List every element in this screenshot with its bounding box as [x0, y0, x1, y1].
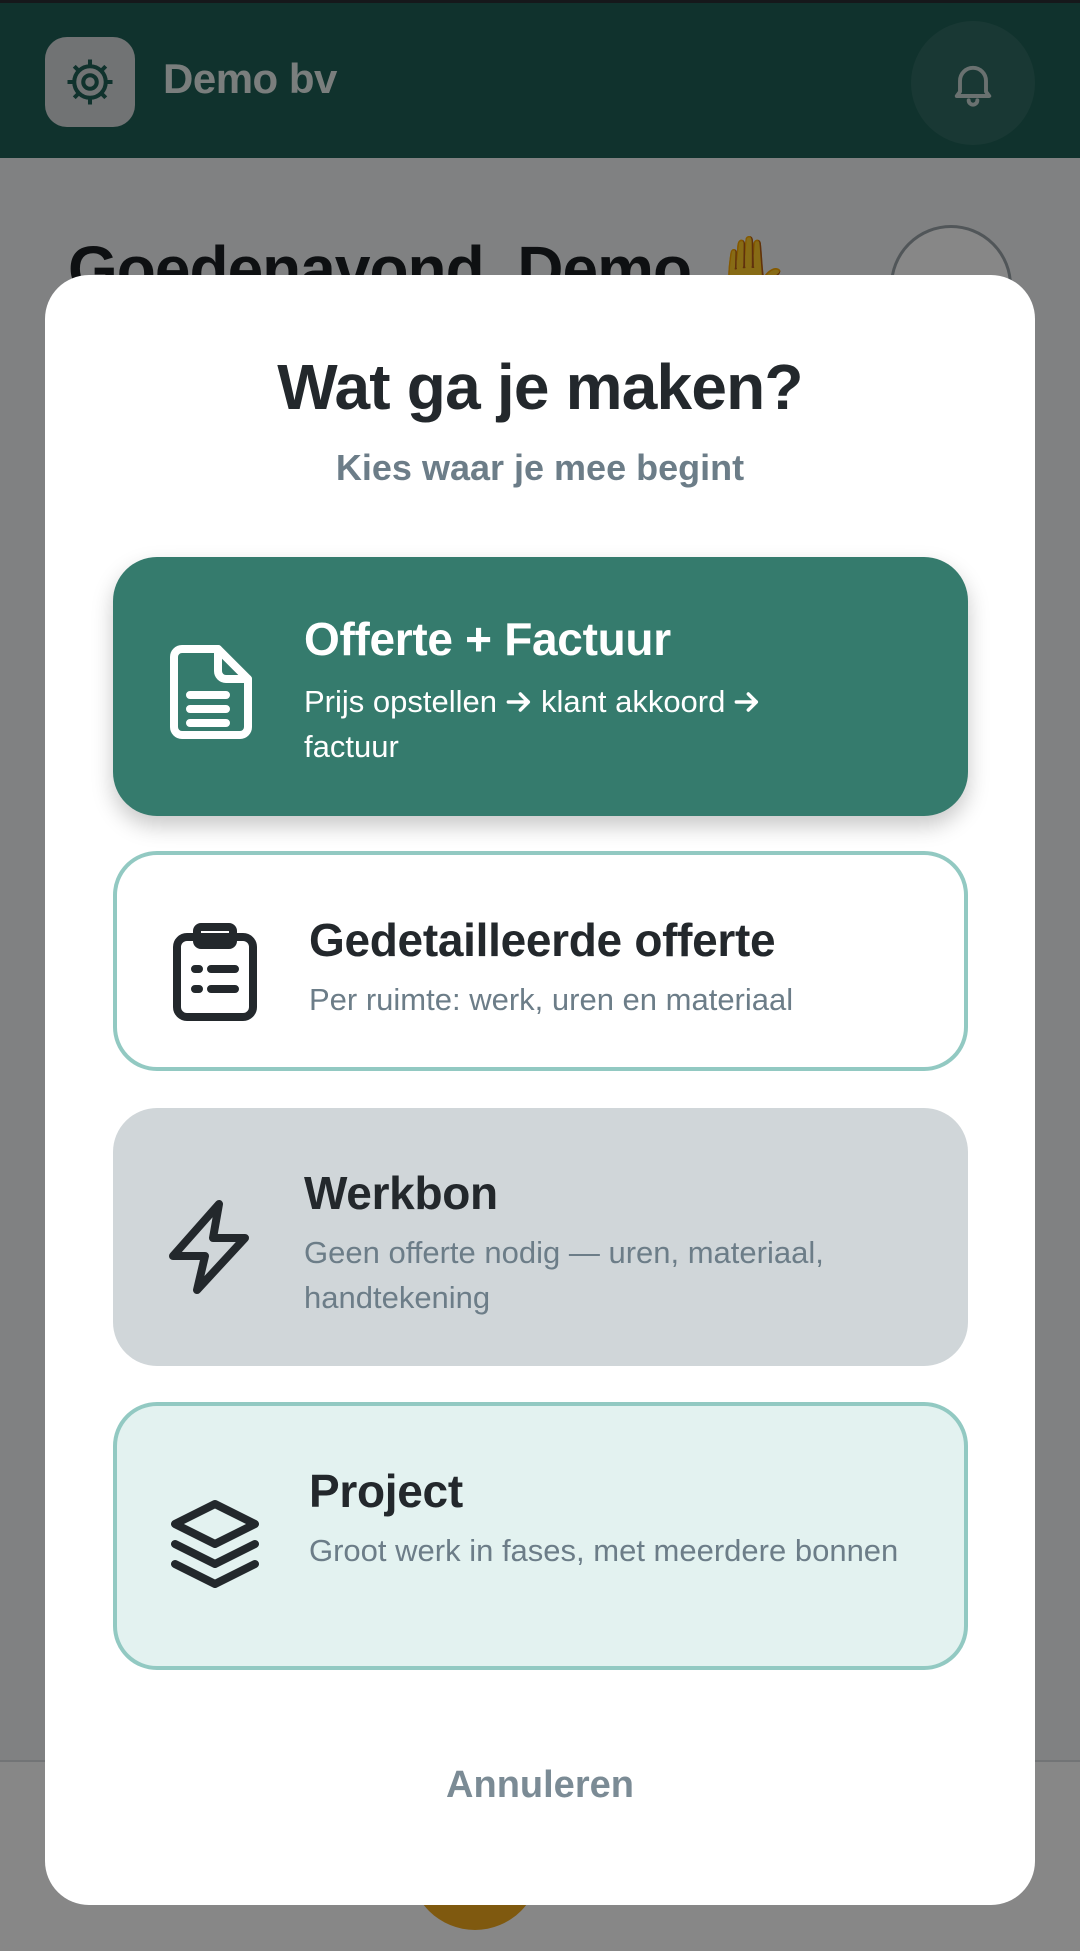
step-approval: klant akkoord [540, 684, 726, 719]
cancel-button[interactable]: Annuleren [390, 1745, 690, 1825]
option-title: Gedetailleerde offerte [309, 914, 776, 966]
arrow-right-icon [734, 692, 759, 712]
arrow-right-icon [506, 692, 531, 712]
layers-icon [171, 1500, 259, 1588]
option-detailed-quote[interactable]: Gedetailleerde offerte Per ruimte: werk,… [113, 851, 968, 1071]
option-description: Per ruimte: werk, uren en materiaal [309, 982, 794, 1017]
modal-subtitle: Kies waar je mee begint [335, 447, 745, 488]
option-title: Offerte + Factuur [304, 613, 671, 665]
create-choice-modal: Wat ga je maken? Kies waar je mee begint… [45, 275, 1035, 1905]
step-price: Prijs opstellen [304, 684, 497, 719]
screen: Demo bv Goedenavond, Demo ✋ Wat ga je mak… [0, 0, 1080, 1951]
option-work-order[interactable]: Werkbon Geen offerte nodig — uren, mater… [113, 1108, 968, 1366]
option-quote-invoice[interactable]: Offerte + Factuur Prijs opstellen klant a… [113, 557, 968, 816]
option-project[interactable]: Project Groot werk in fases, met meerder… [113, 1402, 968, 1670]
modal-title: Wat ga je maken? [277, 351, 803, 423]
option-description: Prijs opstellen klant akkoord factuur [304, 679, 924, 769]
option-title: Project [309, 1465, 463, 1517]
lightning-icon [169, 1200, 249, 1294]
option-title: Werkbon [304, 1167, 498, 1219]
step-invoice: factuur [304, 729, 399, 764]
option-description: Groot werk in fases, met meerdere bonnen [309, 1533, 899, 1568]
option-description: Geen offerte nodig — uren, materiaal, ha… [304, 1235, 824, 1315]
clipboard-list-icon [173, 923, 257, 1021]
document-icon [170, 645, 252, 739]
